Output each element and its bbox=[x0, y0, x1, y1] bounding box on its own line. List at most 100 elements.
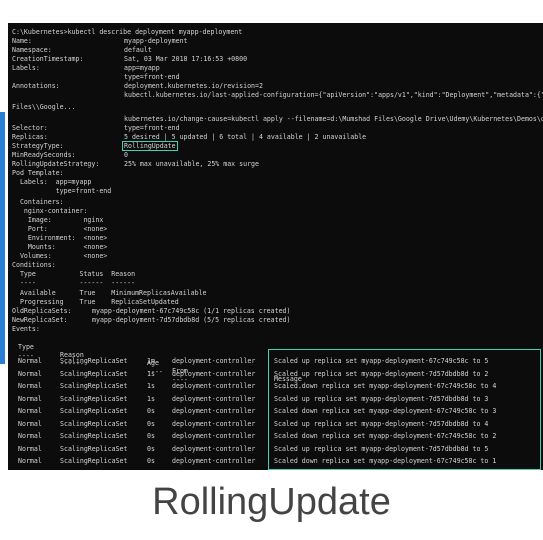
field-value: app=myapp bbox=[124, 64, 160, 72]
volumes: Volumes: <none> bbox=[12, 252, 108, 260]
event-reason: ScalingReplicaSet bbox=[60, 407, 128, 415]
field-name: Name: myapp-deployment bbox=[12, 37, 188, 45]
slide-caption: RollingUpdate bbox=[152, 481, 391, 523]
field-label: Namespace: bbox=[12, 46, 52, 54]
field-label: OldReplicaSets: bbox=[12, 307, 72, 315]
event-from: deployment-controller bbox=[172, 444, 256, 453]
event-age: 0s bbox=[147, 444, 155, 453]
event-type: Normal bbox=[18, 394, 42, 403]
field-selector: Selector: type=front-end bbox=[12, 124, 180, 132]
field-namespace: Namespace: default bbox=[12, 46, 152, 54]
side-accent-bar bbox=[0, 112, 5, 364]
event-type: Normal bbox=[18, 457, 42, 465]
container-name: nginx-container: bbox=[12, 207, 88, 215]
old-replicasets: OldReplicaSets: myapp-deployment-67c749c5… bbox=[12, 307, 291, 315]
command-line: C:\Kubernetes>kubectl describe deploymen… bbox=[12, 28, 243, 36]
event-type: Normal bbox=[18, 407, 42, 415]
pod-template-heading: Pod Template: bbox=[12, 169, 64, 177]
event-reason: ScalingReplicaSet bbox=[60, 444, 128, 453]
event-message: Scaled down replica set myapp-deployment… bbox=[274, 407, 497, 415]
wrapped-text: Files\\Google... bbox=[12, 103, 76, 111]
event-message: Scaled up replica set myapp-deployment-7… bbox=[274, 369, 489, 378]
event-message: Scaled up replica set myapp-deployment-6… bbox=[274, 357, 489, 365]
field-labels: Labels: app=myapp bbox=[12, 64, 160, 72]
event-reason: ScalingReplicaSet bbox=[60, 419, 128, 428]
field-value: 0 bbox=[124, 151, 128, 159]
event-age: 1m bbox=[147, 357, 155, 365]
event-message: Scaled down replica set myapp-deployment… bbox=[274, 432, 497, 440]
event-age: 1s bbox=[147, 394, 155, 403]
field-label: NewReplicaSet: bbox=[12, 316, 68, 324]
event-reason: ScalingReplicaSet bbox=[60, 432, 128, 440]
event-reason: ScalingReplicaSet bbox=[60, 394, 128, 403]
field-replicas: Replicas: 5 desired | 5 updated | 6 total… bbox=[12, 133, 366, 141]
container-mounts: Mounts: <none> bbox=[12, 243, 108, 251]
event-from: deployment-controller bbox=[172, 419, 256, 428]
event-type: Normal bbox=[18, 357, 42, 365]
conditions-heading: Conditions: bbox=[12, 261, 56, 269]
strategy-highlight: RollingUpdate bbox=[122, 141, 178, 151]
field-value: myapp-deployment-67c749c58c (1/1 replica… bbox=[92, 307, 291, 315]
field-label: StrategyType: bbox=[12, 142, 64, 150]
field-value: type=front-end bbox=[124, 124, 180, 132]
field-value: kubectl.kubernetes.io/last-applied-confi… bbox=[124, 91, 543, 99]
field-value: myapp-deployment bbox=[124, 37, 188, 45]
event-from: deployment-controller bbox=[172, 432, 256, 440]
field-annotations: Annotations: deployment.kubernetes.io/rev… bbox=[12, 82, 263, 90]
event-message: Scaled down replica set myapp-deployment… bbox=[274, 457, 497, 465]
event-from: deployment-controller bbox=[172, 382, 256, 390]
event-age: 1s bbox=[147, 369, 155, 378]
field-label: Replicas: bbox=[12, 133, 48, 141]
field-creation-timestamp: CreationTimestamp: Sat, 03 Mar 2018 17:16… bbox=[12, 55, 247, 63]
field-rolling-strategy: RollingUpdateStrategy: 25% max unavailabl… bbox=[12, 160, 259, 168]
field-value: 25% max unavailable, 25% max surge bbox=[124, 160, 259, 168]
event-age: 0s bbox=[147, 419, 155, 428]
event-age: 0s bbox=[147, 407, 155, 415]
conditions-divider: ---- ------ ------ bbox=[12, 279, 136, 287]
condition-row: Progressing True ReplicaSetUpdated bbox=[12, 298, 179, 306]
field-value: myapp-deployment-7d57dbdb8d (5/5 replica… bbox=[92, 316, 291, 324]
field-value: default bbox=[124, 46, 152, 54]
field-label: Annotations: bbox=[12, 82, 60, 90]
field-label: MinReadySeconds: bbox=[12, 151, 76, 159]
event-age: 0s bbox=[147, 457, 155, 465]
field-label: RollingUpdateStrategy: bbox=[12, 160, 100, 168]
pod-template-labels-cont: type=front-end bbox=[12, 187, 112, 195]
condition-row: Available True MinimumReplicasAvailable bbox=[12, 289, 207, 297]
event-from: deployment-controller bbox=[172, 394, 256, 403]
field-value: kubernetes.io/change-cause=kubectl apply… bbox=[124, 115, 543, 123]
field-value: deployment.kubernetes.io/revision=2 bbox=[124, 82, 263, 90]
event-type: Normal bbox=[18, 369, 42, 378]
terminal-window: C:\Kubernetes>kubectl describe deploymen… bbox=[8, 23, 543, 470]
event-message: Scaled down replica set myapp-deployment… bbox=[274, 382, 497, 390]
event-from: deployment-controller bbox=[172, 407, 256, 415]
field-value: type=front-end bbox=[124, 73, 180, 81]
pod-template-labels: Labels: app=myapp bbox=[12, 178, 92, 186]
event-age: 1s bbox=[147, 382, 155, 390]
event-reason: ScalingReplicaSet bbox=[60, 357, 128, 365]
event-message: Scaled up replica set myapp-deployment-7… bbox=[274, 419, 489, 428]
field-min-ready: MinReadySeconds: 0 bbox=[12, 151, 128, 159]
conditions-header: Type Status Reason bbox=[12, 270, 136, 278]
new-replicaset: NewReplicaSet: myapp-deployment-7d57dbdb8… bbox=[12, 316, 291, 324]
containers-heading: Containers: bbox=[12, 198, 64, 206]
container-image: Image: nginx bbox=[12, 216, 104, 224]
event-reason: ScalingReplicaSet bbox=[60, 382, 128, 390]
event-message: Scaled up replica set myapp-deployment-7… bbox=[274, 444, 489, 453]
event-type: Normal bbox=[18, 419, 42, 428]
field-value: 5 desired | 5 updated | 6 total | 4 avai… bbox=[124, 133, 367, 141]
field-label: Labels: bbox=[12, 64, 40, 72]
field-label: CreationTimestamp: bbox=[12, 55, 84, 63]
event-from: deployment-controller bbox=[172, 457, 256, 465]
event-reason: ScalingReplicaSet bbox=[60, 457, 128, 465]
field-strategy-type: StrategyType: RollingUpdate bbox=[12, 141, 178, 151]
event-from: deployment-controller bbox=[172, 357, 256, 365]
field-label: Selector: bbox=[12, 124, 48, 132]
events-heading: Events: bbox=[12, 325, 40, 333]
container-port: Port: <none> bbox=[12, 225, 108, 233]
event-message: Scaled up replica set myapp-deployment-7… bbox=[274, 394, 489, 403]
events-divider-row: ---- ------ ---- ---- ------- bbox=[12, 344, 302, 392]
field-value: Sat, 03 Mar 2018 17:16:53 +0800 bbox=[124, 55, 248, 63]
container-environment: Environment: <none> bbox=[12, 234, 108, 242]
event-from: deployment-controller bbox=[172, 369, 256, 378]
